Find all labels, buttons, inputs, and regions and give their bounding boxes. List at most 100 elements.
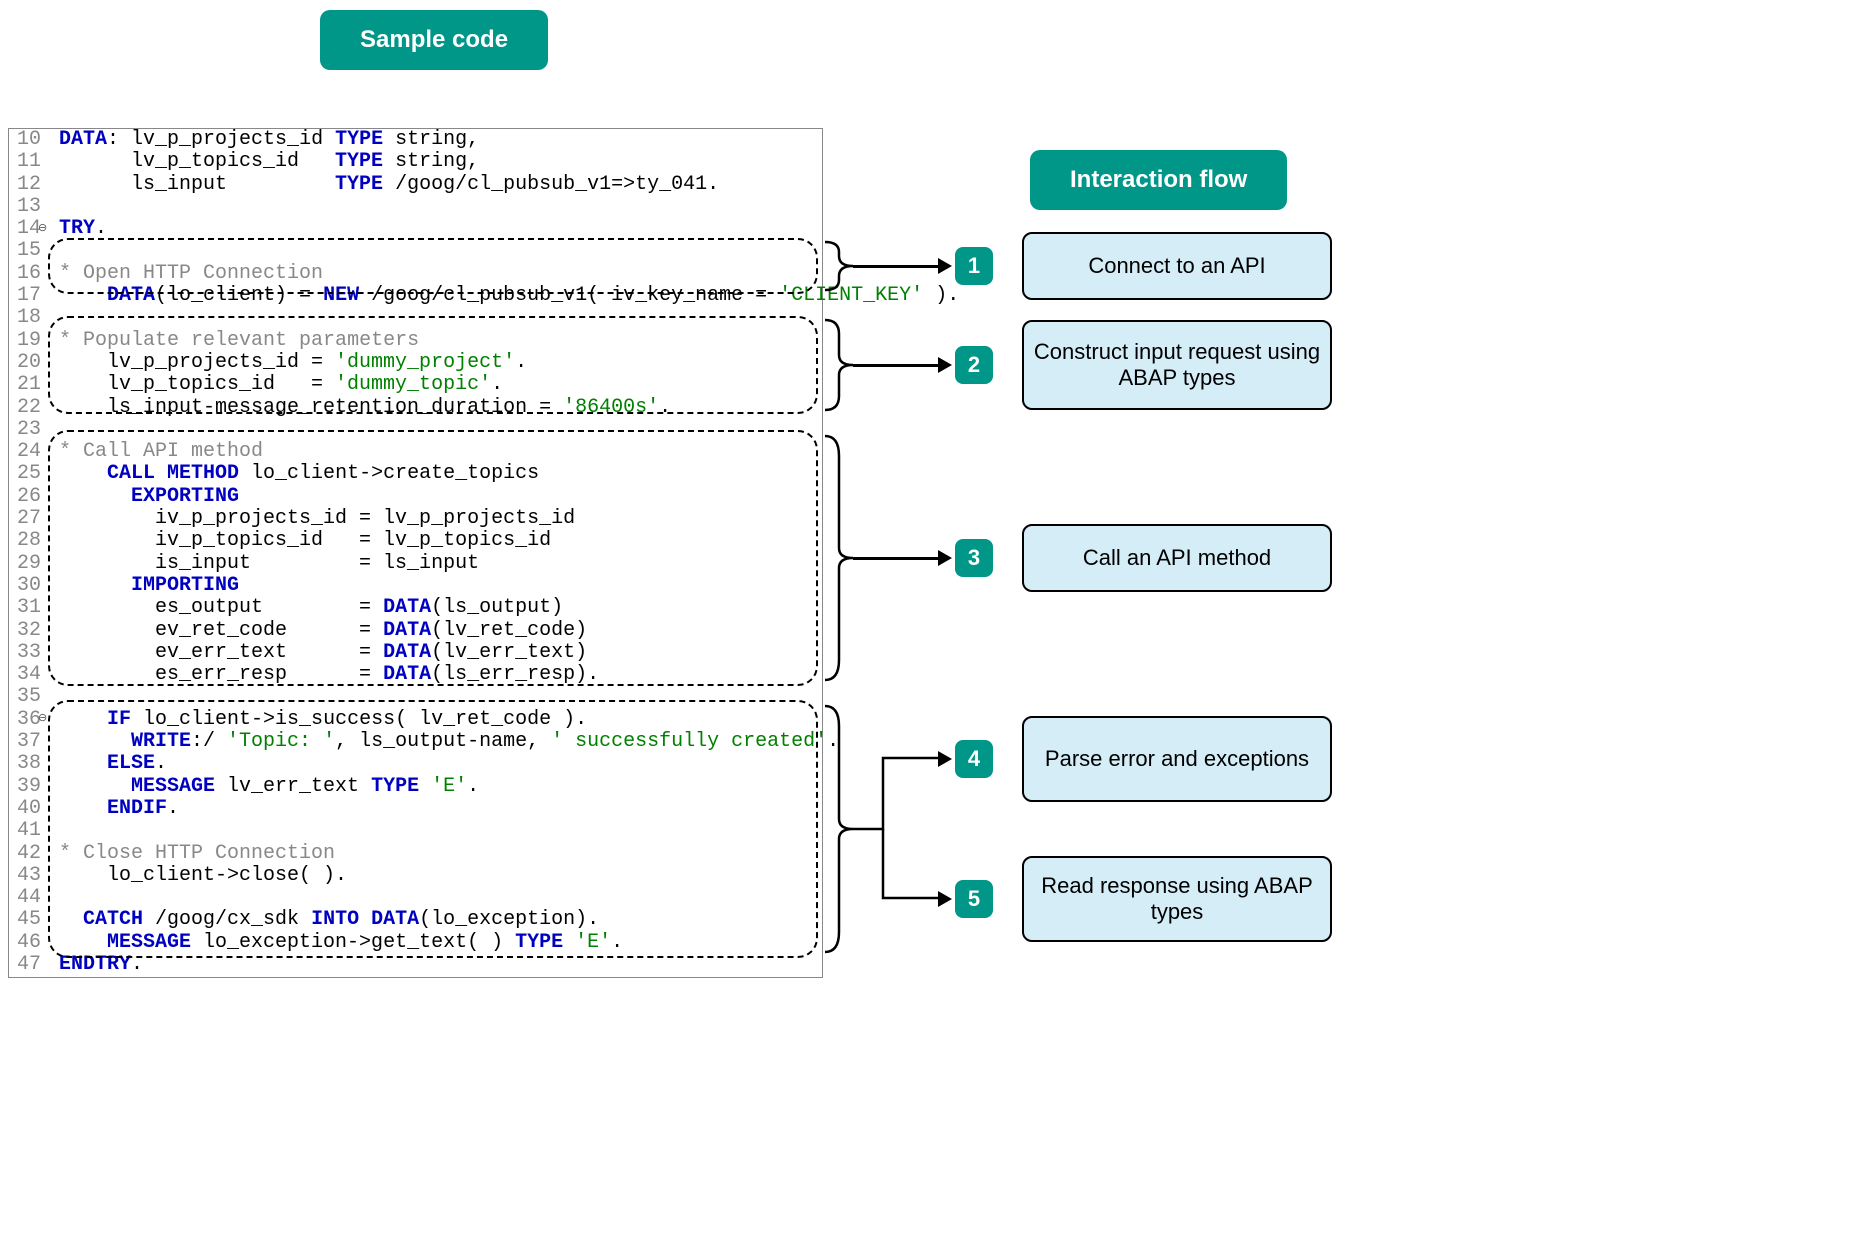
line-number: 31 xyxy=(9,597,47,619)
code-line: 20 lv_p_projects_id = 'dummy_project'. xyxy=(9,352,822,374)
code-line: 33 ev_err_text = DATA(lv_err_text) xyxy=(9,642,822,664)
arrow-2 xyxy=(853,364,938,367)
code-text xyxy=(47,686,822,708)
code-line: 42 * Close HTTP Connection xyxy=(9,843,822,865)
code-text: * Populate relevant parameters xyxy=(47,330,822,352)
code-text: MESSAGE lv_err_text TYPE 'E'. xyxy=(47,776,822,798)
code-line: 21 lv_p_topics_id = 'dummy_topic'. xyxy=(9,374,822,396)
code-line: 45 CATCH /goog/cx_sdk INTO DATA(lo_excep… xyxy=(9,909,822,931)
line-number: 27 xyxy=(9,508,47,530)
code-editor: 10 DATA: lv_p_projects_id TYPE string,11… xyxy=(8,128,823,978)
arrowhead-5 xyxy=(938,891,952,907)
arrowhead-2 xyxy=(938,357,952,373)
line-number: 15 xyxy=(9,240,47,262)
code-text: es_err_resp = DATA(ls_err_resp). xyxy=(47,664,822,686)
code-line: 23 xyxy=(9,419,822,441)
line-number: 41 xyxy=(9,820,47,842)
step-label: Read response using ABAP types xyxy=(1032,873,1322,925)
step-label: Call an API method xyxy=(1083,545,1271,571)
code-text xyxy=(47,820,822,842)
code-text: CALL METHOD lo_client->create_topics xyxy=(47,463,822,485)
code-line: 24 * Call API method xyxy=(9,441,822,463)
code-line: 11 lv_p_topics_id TYPE string, xyxy=(9,151,822,173)
code-text xyxy=(47,419,822,441)
step-box-5: Read response using ABAP types xyxy=(1022,856,1332,942)
line-number: 16 xyxy=(9,263,47,285)
code-line: 28 iv_p_topics_id = lv_p_topics_id xyxy=(9,530,822,552)
code-line: 40 ENDIF. xyxy=(9,798,822,820)
line-number: 10 xyxy=(9,129,47,151)
code-text: is_input = ls_input xyxy=(47,553,822,575)
code-text: ev_err_text = DATA(lv_err_text) xyxy=(47,642,822,664)
code-line: 37 WRITE:/ 'Topic: ', ls_output-name, ' … xyxy=(9,731,822,753)
code-line: 17 DATA(lo_client) = NEW /goog/cl_pubsub… xyxy=(9,285,822,307)
code-line: 47 ENDTRY. xyxy=(9,954,822,976)
line-number: 46 xyxy=(9,932,47,954)
code-text: WRITE:/ 'Topic: ', ls_output-name, ' suc… xyxy=(47,731,839,753)
code-text: ls_input-message_retention_duration = '8… xyxy=(47,397,822,419)
code-text: lo_client->close( ). xyxy=(47,865,822,887)
code-line: 25 CALL METHOD lo_client->create_topics xyxy=(9,463,822,485)
code-line: 30 IMPORTING xyxy=(9,575,822,597)
code-line: 15 xyxy=(9,240,822,262)
code-text: * Close HTTP Connection xyxy=(47,843,822,865)
line-number: 30 xyxy=(9,575,47,597)
code-text xyxy=(47,240,822,262)
code-line: 36 IF lo_client->is_success( lv_ret_code… xyxy=(9,709,822,731)
code-text: DATA: lv_p_projects_id TYPE string, xyxy=(47,129,822,151)
code-text: iv_p_projects_id = lv_p_projects_id xyxy=(47,508,822,530)
code-line: 44 xyxy=(9,887,822,909)
line-number: 21 xyxy=(9,374,47,396)
line-number: 38 xyxy=(9,753,47,775)
step-badge-1: 1 xyxy=(955,247,993,285)
line-number: 13 xyxy=(9,196,47,218)
code-text: iv_p_topics_id = lv_p_topics_id xyxy=(47,530,822,552)
line-number: 25 xyxy=(9,463,47,485)
line-number: 33 xyxy=(9,642,47,664)
code-text: lv_p_topics_id TYPE string, xyxy=(47,151,822,173)
code-line: 14 TRY. xyxy=(9,218,822,240)
line-number: 29 xyxy=(9,553,47,575)
arrow-1 xyxy=(853,265,938,268)
step-badge-3: 3 xyxy=(955,539,993,577)
code-line: 12 ls_input TYPE /goog/cl_pubsub_v1=>ty_… xyxy=(9,174,822,196)
code-line: 41 xyxy=(9,820,822,842)
step-badge-4: 4 xyxy=(955,740,993,778)
code-text: TRY. xyxy=(47,218,822,240)
step-badge-5: 5 xyxy=(955,880,993,918)
code-text: lv_p_projects_id = 'dummy_project'. xyxy=(47,352,822,374)
code-text: MESSAGE lo_exception->get_text( ) TYPE '… xyxy=(47,932,822,954)
code-line: 13 xyxy=(9,196,822,218)
line-number: 22 xyxy=(9,397,47,419)
code-text: CATCH /goog/cx_sdk INTO DATA(lo_exceptio… xyxy=(47,909,822,931)
line-number: 35 xyxy=(9,686,47,708)
code-text: ev_ret_code = DATA(lv_ret_code) xyxy=(47,620,822,642)
code-text: ls_input TYPE /goog/cl_pubsub_v1=>ty_041… xyxy=(47,174,822,196)
step-box-1: Connect to an API xyxy=(1022,232,1332,300)
line-number: 11 xyxy=(9,151,47,173)
code-text xyxy=(47,196,822,218)
code-text xyxy=(47,307,822,329)
code-line: 18 xyxy=(9,307,822,329)
code-line: 22 ls_input-message_retention_duration =… xyxy=(9,397,822,419)
code-text xyxy=(47,887,822,909)
line-number: 18 xyxy=(9,307,47,329)
code-line: 16 * Open HTTP Connection xyxy=(9,263,822,285)
step-badge-2: 2 xyxy=(955,346,993,384)
fold-icon: ⊖ xyxy=(38,221,47,234)
code-line: 26 EXPORTING xyxy=(9,486,822,508)
step-box-2: Construct input request using ABAP types xyxy=(1022,320,1332,410)
line-number: 37 xyxy=(9,731,47,753)
code-line: 32 ev_ret_code = DATA(lv_ret_code) xyxy=(9,620,822,642)
code-line: 31 es_output = DATA(ls_output) xyxy=(9,597,822,619)
code-text: ENDIF. xyxy=(47,798,822,820)
line-number: 44 xyxy=(9,887,47,909)
code-text: IMPORTING xyxy=(47,575,822,597)
step-label: Connect to an API xyxy=(1088,253,1265,279)
code-text: lv_p_topics_id = 'dummy_topic'. xyxy=(47,374,822,396)
code-line: 34 es_err_resp = DATA(ls_err_resp). xyxy=(9,664,822,686)
arrowhead-1 xyxy=(938,258,952,274)
line-number: 34 xyxy=(9,664,47,686)
code-line: 38 ELSE. xyxy=(9,753,822,775)
code-text: es_output = DATA(ls_output) xyxy=(47,597,822,619)
